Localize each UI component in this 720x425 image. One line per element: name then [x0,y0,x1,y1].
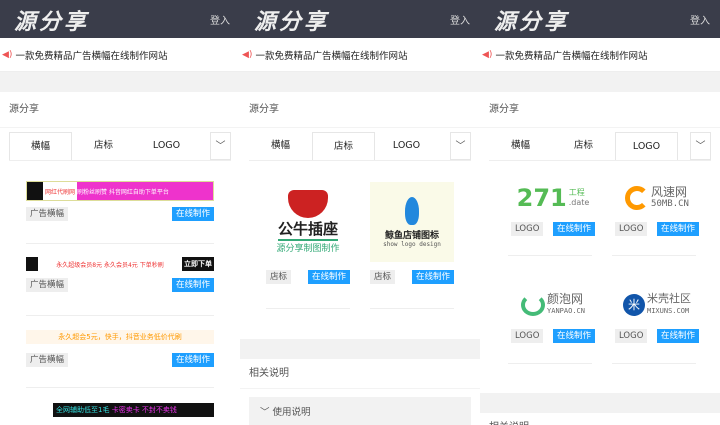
logo-image: 风速网 50MB.CN [615,182,699,214]
screen-logo: 源分享 登入 ◀) 一款免费精品广告横幅在线制作网站 源分享 横幅 店标 LOGO … [480,0,720,425]
tab-logo[interactable]: LOGO [135,132,198,160]
header: 源分享 登入 [0,0,240,38]
tab-shop[interactable]: 店标 [72,132,135,160]
list-item: 米米壳社区 MIXUNS.COM LOGO 在线制作 [615,289,699,343]
section-title: 源分享 [240,92,480,128]
tab-shop[interactable]: 店标 [552,132,615,160]
tag: LOGO [615,329,648,343]
screen-shop-logo: 源分享 登入 ◀) 一款免费精品广告横幅在线制作网站 源分享 横幅 店标 LOGO … [240,0,480,425]
chevron-down-icon[interactable]: ﹀ [450,132,471,160]
chevron-down-icon[interactable]: ﹀ [210,132,231,160]
tag: LOGO [615,222,648,236]
tag: LOGO [511,222,544,236]
notice-text: 一款免费精品广告横幅在线制作网站 [255,50,408,62]
speaker-icon: ◀) [2,49,13,60]
list-item: 颜泡网 YANPAO.CN LOGO 在线制作 [511,289,595,343]
logo-image: 米米壳社区 MIXUNS.COM [615,289,699,321]
make-online-button[interactable]: 在线制作 [552,222,595,236]
notice-text: 一款免费精品广告横幅在线制作网站 [15,50,168,62]
tag: 广告横幅 [26,278,69,292]
make-online-button[interactable]: 在线制作 [171,278,214,292]
notice-bar: ◀) 一款免费精品广告横幅在线制作网站 [0,38,240,72]
tag: 广告横幅 [26,353,69,367]
make-online-button[interactable]: 在线制作 [171,207,214,221]
banner-image: 全网辅助低至1毛 卡密卖卡 不封不卖钱 [26,403,214,417]
header: 源分享 登入 [480,0,720,38]
login-link[interactable]: 登入 [450,12,470,27]
tab-banner[interactable]: 横幅 [9,132,72,160]
shop-logo-image: 公牛插座 源分享制图制作 [266,182,350,262]
tab-shop[interactable]: 店标 [312,132,375,160]
tab-banner[interactable]: 横幅 [489,132,552,160]
make-online-button[interactable]: 在线制作 [552,329,595,343]
site-logo: 源分享 [494,9,570,35]
usage-label: 使用说明 [272,407,311,418]
tab-banner[interactable]: 横幅 [249,132,312,160]
login-link[interactable]: 登入 [210,12,230,27]
make-online-button[interactable]: 在线制作 [656,222,699,236]
tag: LOGO [511,329,544,343]
tab-logo[interactable]: LOGO [375,132,438,160]
banner-image: 永久超会5元，快手，抖音业务低价代刷 [26,330,214,344]
speaker-icon: ◀) [242,49,253,60]
make-online-button[interactable]: 在线制作 [656,329,699,343]
notice-bar: ◀) 一款免费精品广告横幅在线制作网站 [240,38,480,72]
logo-image: 颜泡网 YANPAO.CN [511,289,595,321]
notice-text: 一款免费精品广告横幅在线制作网站 [495,50,648,62]
related-title: 相关说明 [240,359,480,389]
usage-accordion[interactable]: ﹀ 使用说明 [249,397,471,425]
list-item: 全网辅助低至1毛 卡密卖卡 不封不卖钱 [26,403,214,417]
list-item: 风速网 50MB.CN LOGO 在线制作 [615,182,699,236]
screen-banner: 源分享 登入 ◀) 一款免费精品广告横幅在线制作网站 源分享 横幅 店标 LOGO … [0,0,240,425]
make-online-button[interactable]: 在线制作 [307,270,350,284]
list-item: 永久超会5元，快手，抖音业务低价代刷 广告横幅 在线制作 [26,330,214,367]
site-logo: 源分享 [14,9,90,35]
tag: 广告横幅 [26,207,69,221]
list-item: 鲸鱼店铺图标 show logo design 店标 在线制作 [370,182,454,284]
list-item: 永久超级会员8元 永久会员4元 下单秒刷 立即下单 广告横幅 在线制作 [26,256,214,292]
section-title: 源分享 [480,92,720,128]
tab-logo[interactable]: LOGO [615,132,678,160]
login-link[interactable]: 登入 [690,12,710,27]
related-title: 相关说明 [480,413,720,425]
banner-image: 网红代刷网 刷粉丝刷赞 抖音网红自助下单平台 [26,181,214,201]
list-item: 公牛插座 源分享制图制作 店标 在线制作 [266,182,350,284]
banner-image: 永久超级会员8元 永久会员4元 下单秒刷 立即下单 [26,256,214,272]
logo-image: 271 工程 .date [516,184,590,212]
tag: 店标 [266,270,292,284]
chevron-down-icon: ﹀ [260,407,270,418]
chevron-down-icon[interactable]: ﹀ [690,132,711,160]
shop-logo-image: 鲸鱼店铺图标 show logo design [370,182,454,262]
list-item: 271 工程 .date LOGO 在线制作 [511,182,595,236]
section-title: 源分享 [0,92,240,128]
category-tabs: 横幅 店标 LOGO ﹀ [489,132,711,161]
speaker-icon: ◀) [482,49,493,60]
list-item: 网红代刷网 刷粉丝刷赞 抖音网红自助下单平台 广告横幅 在线制作 [26,181,214,221]
category-tabs: 横幅 店标 LOGO ﹀ [249,132,471,161]
category-tabs: 横幅 店标 LOGO ﹀ [9,132,231,161]
header: 源分享 登入 [240,0,480,38]
tag: 店标 [370,270,396,284]
make-online-button[interactable]: 在线制作 [411,270,454,284]
make-online-button[interactable]: 在线制作 [171,353,214,367]
notice-bar: ◀) 一款免费精品广告横幅在线制作网站 [480,38,720,72]
site-logo: 源分享 [254,9,330,35]
